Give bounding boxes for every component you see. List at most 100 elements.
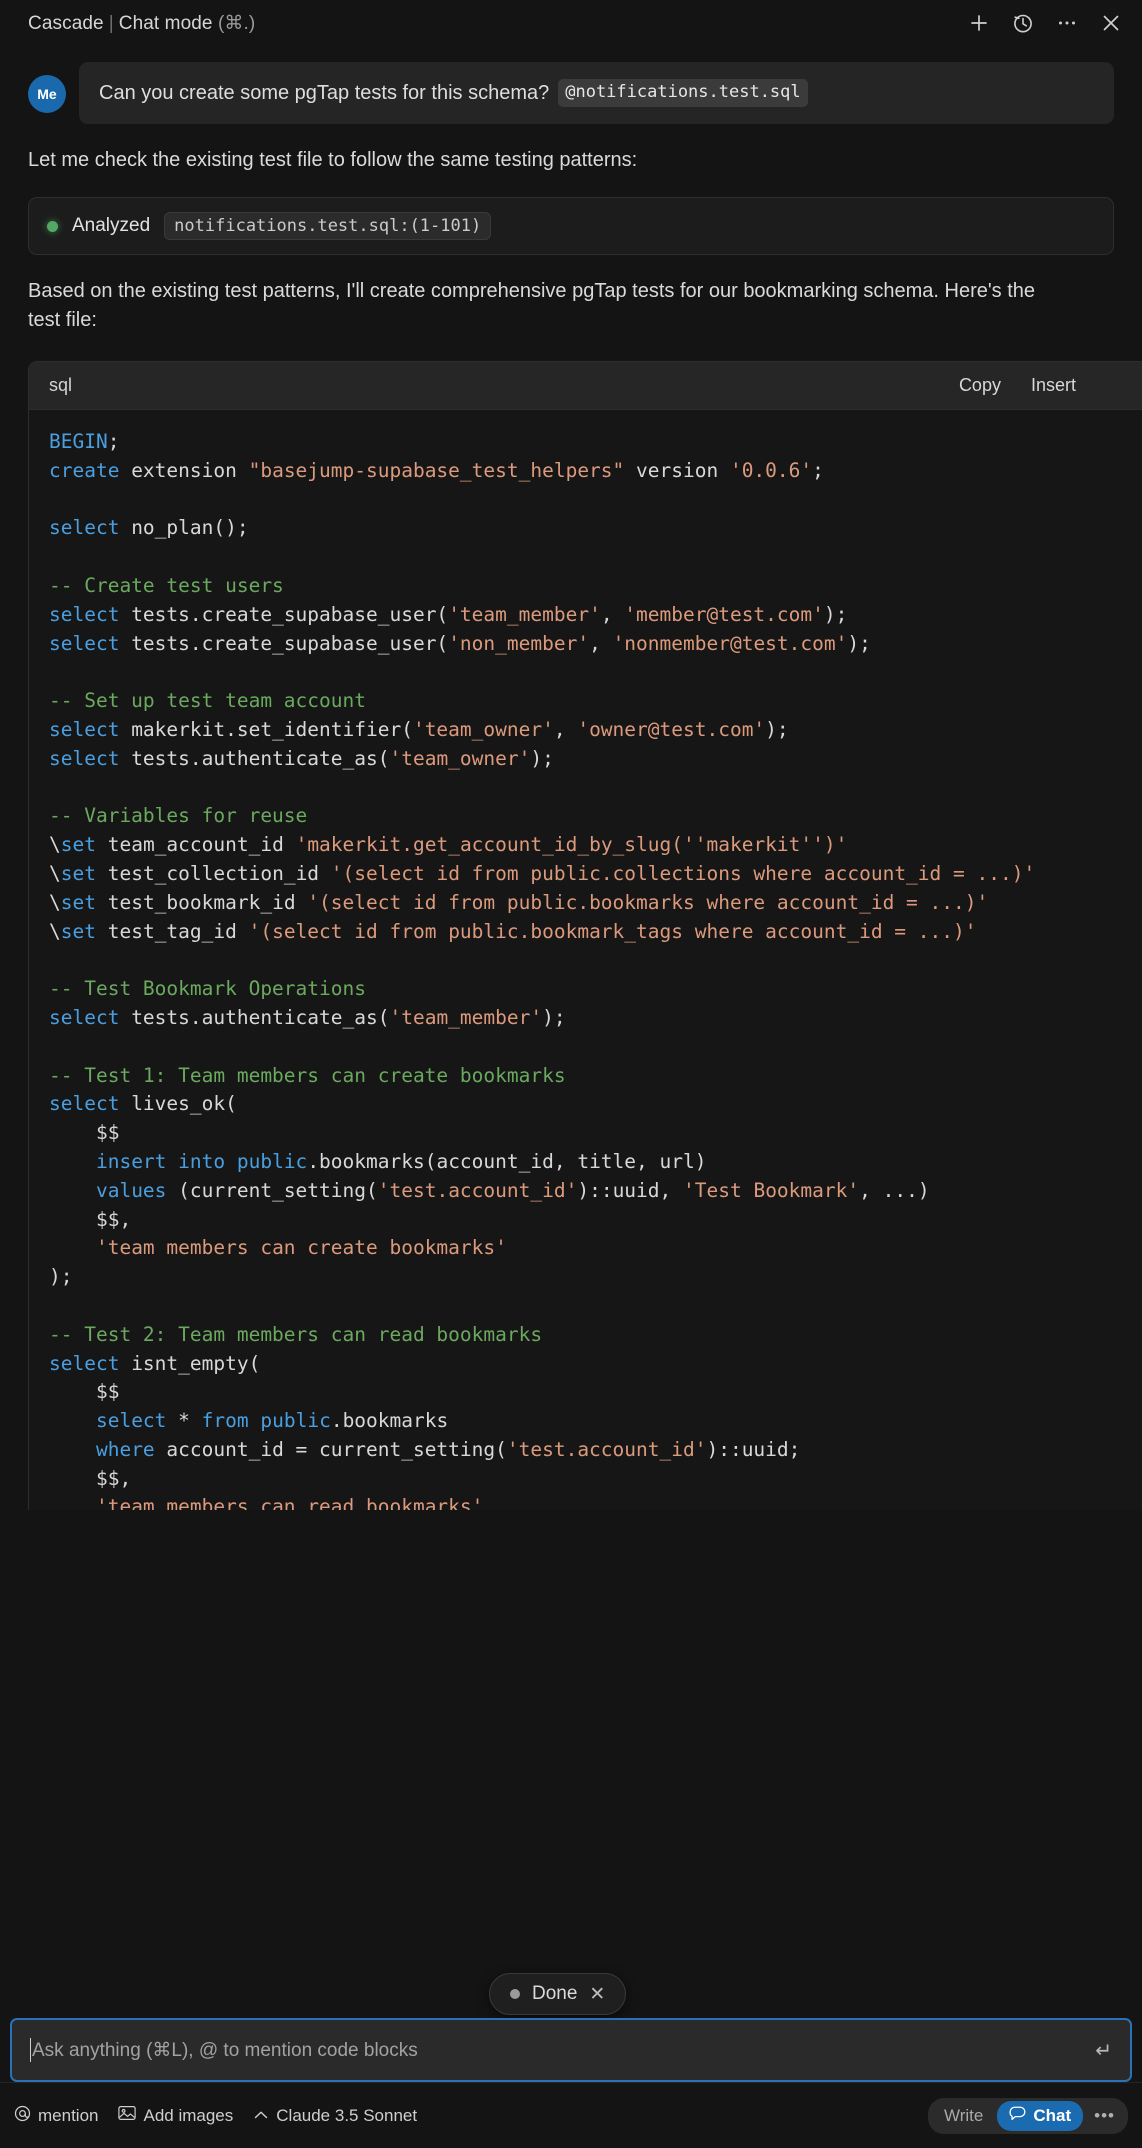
code-line: select tests.authenticate_as('team_owner… [29, 745, 1142, 774]
tool-call-file-chip[interactable]: notifications.test.sql:(1-101) [164, 212, 491, 240]
code-token: where [96, 1438, 155, 1461]
code-token: -- Variables for reuse [49, 804, 307, 827]
title-separator: | [109, 13, 114, 34]
close-icon[interactable] [1098, 10, 1124, 36]
code-token [49, 1438, 96, 1461]
plus-icon[interactable] [966, 10, 992, 36]
code-token: 'test.account_id' [378, 1179, 578, 1202]
chat-input[interactable]: Ask anything (⌘L), @ to mention code blo… [32, 2039, 1095, 2062]
code-token: select [49, 747, 119, 770]
code-token: account_id = current_setting( [155, 1438, 507, 1461]
done-status-dot-icon [510, 1989, 520, 1999]
mention-button[interactable]: mention [14, 2105, 98, 2127]
code-token: 'nonmember@test.com' [613, 632, 848, 655]
code-line: create extension "basejump-supabase_test… [29, 457, 1142, 486]
code-token [225, 1150, 237, 1173]
close-icon[interactable]: ✕ [589, 1985, 605, 2004]
code-token: version [624, 459, 730, 482]
code-token: 'makerkit.get_account_id_by_slug(''maker… [296, 833, 848, 856]
mode-more-icon[interactable]: ••• [1085, 2106, 1124, 2126]
mode-write-button[interactable]: Write [932, 2101, 995, 2131]
mode-switch: Write Chat ••• [928, 2098, 1128, 2134]
code-token: ); [542, 1006, 565, 1029]
code-token: test_collection_id [96, 862, 331, 885]
code-token: "basejump-supabase_test_helpers" [249, 459, 625, 482]
code-token: BEGIN [49, 430, 108, 453]
code-line: 'team members can create bookmarks' [29, 1234, 1142, 1263]
code-line: 'team members can read bookmarks' [29, 1493, 1142, 1510]
code-line [29, 946, 1142, 975]
code-token: test_tag_id [96, 920, 249, 943]
code-token: isnt_empty( [119, 1352, 260, 1375]
code-token: -- Test 2: Team members can read bookmar… [49, 1323, 542, 1346]
code-line: select tests.create_supabase_user('team_… [29, 601, 1142, 630]
code-token: $$, [49, 1467, 131, 1490]
code-token: , [554, 718, 577, 741]
code-token: makerkit.set_identifier( [119, 718, 413, 741]
tool-call-label: Analyzed [72, 215, 150, 237]
code-line: select no_plan(); [29, 514, 1142, 543]
code-token: .bookmarks [331, 1409, 448, 1432]
code-line [29, 543, 1142, 572]
footer-bar: mention Add images Claude 3.5 Sonnet Wri… [0, 2082, 1142, 2148]
code-block-actions: Copy Insert [959, 375, 1122, 396]
code-token: \ [49, 833, 61, 856]
code-token: , [601, 603, 624, 626]
tool-call-card-analyzed[interactable]: Analyzed notifications.test.sql:(1-101) [28, 197, 1114, 255]
image-icon [118, 2105, 136, 2126]
code-token: 'team_owner' [413, 718, 554, 741]
code-content[interactable]: BEGIN;create extension "basejump-supabas… [29, 410, 1142, 1510]
code-token: select [49, 1352, 119, 1375]
code-line: select tests.authenticate_as('team_membe… [29, 1004, 1142, 1033]
code-token: extension [119, 459, 248, 482]
code-token: 'team_owner' [389, 747, 530, 770]
code-token: ); [49, 1265, 72, 1288]
code-token: insert into [96, 1150, 225, 1173]
code-token: \ [49, 862, 61, 885]
done-pill[interactable]: Done ✕ [489, 1973, 626, 2015]
mode-chat-button[interactable]: Chat [997, 2101, 1083, 2131]
code-token: create [49, 459, 119, 482]
code-line: $$, [29, 1465, 1142, 1494]
code-token: test_bookmark_id [96, 891, 307, 914]
insert-button[interactable]: Insert [1031, 375, 1076, 396]
code-token: ; [108, 430, 120, 453]
code-token: \ [49, 920, 61, 943]
conversation-scroll-area[interactable]: Me Can you create some pgTap tests for t… [0, 46, 1142, 2018]
code-token [49, 1236, 96, 1259]
code-token: * [166, 1409, 201, 1432]
mode-shortcut: (⌘.) [218, 13, 255, 34]
code-language-label: sql [49, 375, 72, 396]
at-circle-icon [14, 2105, 31, 2127]
enter-icon[interactable]: ↵ [1095, 2038, 1112, 2063]
history-icon[interactable] [1010, 10, 1036, 36]
chevron-up-icon [253, 2106, 269, 2126]
code-token [49, 1409, 96, 1432]
code-token: 'team members can create bookmarks' [96, 1236, 507, 1259]
code-token [49, 1150, 96, 1173]
code-token: '(select id from public.collections wher… [331, 862, 1035, 885]
code-token [49, 1179, 96, 1202]
window-title: Cascade|Chat mode (⌘.) [28, 12, 255, 35]
composer[interactable]: Ask anything (⌘L), @ to mention code blo… [10, 2018, 1132, 2082]
code-line [29, 486, 1142, 515]
code-block-header: sql Copy Insert [29, 362, 1142, 410]
code-line: insert into public.bookmarks(account_id,… [29, 1148, 1142, 1177]
code-line [29, 774, 1142, 803]
model-selector[interactable]: Claude 3.5 Sonnet [253, 2106, 417, 2126]
add-images-button[interactable]: Add images [118, 2105, 233, 2126]
code-line: BEGIN; [29, 428, 1142, 457]
mode-chat-label: Chat [1033, 2106, 1071, 2126]
code-token: ; [812, 459, 824, 482]
code-line: -- Variables for reuse [29, 802, 1142, 831]
code-token: $$ [49, 1380, 119, 1403]
copy-button[interactable]: Copy [959, 375, 1001, 396]
code-token: (current_setting( [166, 1179, 377, 1202]
more-icon[interactable] [1054, 10, 1080, 36]
code-line: $$ [29, 1378, 1142, 1407]
code-token: set [61, 862, 96, 885]
avatar: Me [28, 75, 66, 113]
file-mention-chip[interactable]: @notifications.test.sql [558, 79, 807, 107]
code-line: select tests.create_supabase_user('non_m… [29, 630, 1142, 659]
code-token: $$, [49, 1208, 131, 1231]
